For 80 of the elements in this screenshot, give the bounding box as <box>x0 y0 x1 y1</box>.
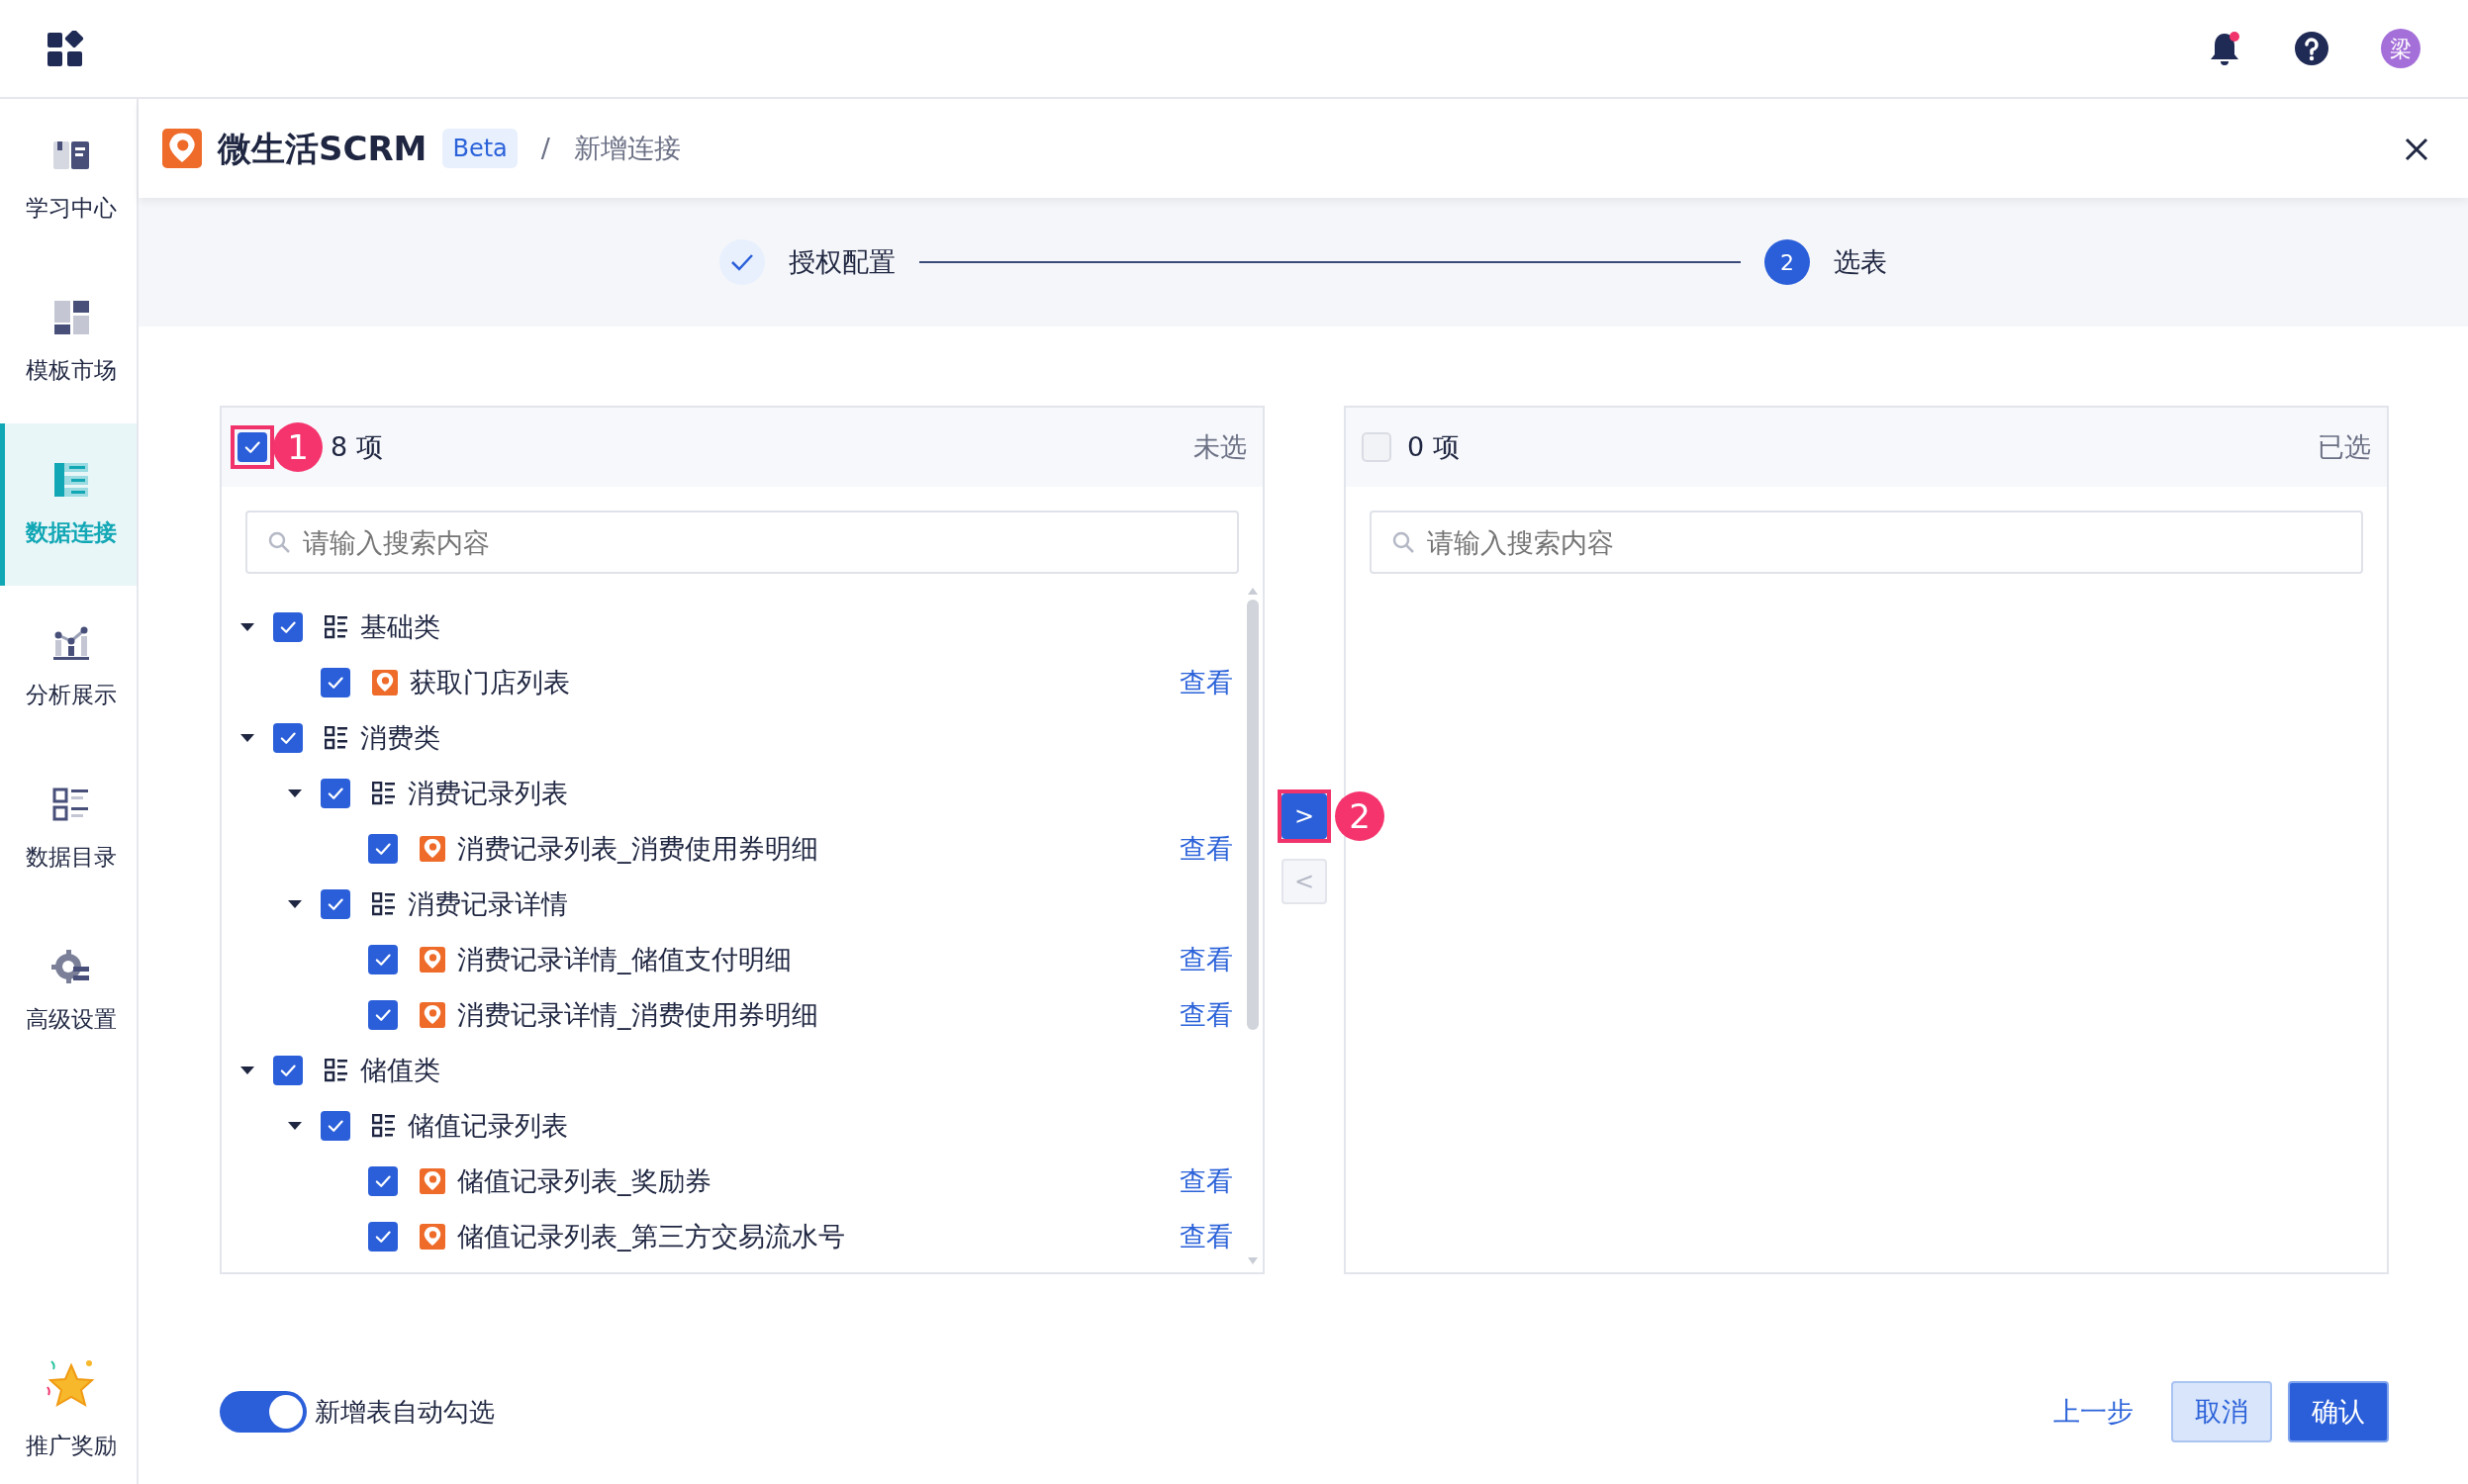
app-logo-icon <box>420 947 445 973</box>
table-label: 获取门店列表 <box>410 665 570 699</box>
folder-label: 储值类 <box>360 1053 440 1087</box>
search-field[interactable]: 请输入搜索内容 <box>245 510 1239 574</box>
annotation-marker: 2 <box>1335 791 1384 841</box>
panel-title: 未选 <box>1193 429 1247 464</box>
table-label: 储值记录列表_第三方交易流水号 <box>457 1219 845 1253</box>
sidebar-item[interactable]: 数据目录 <box>0 748 137 910</box>
sidebar-item[interactable]: 推广奖励 <box>0 1336 137 1484</box>
view-link[interactable]: 查看 <box>1180 828 1233 870</box>
annotation-marker: 1 <box>273 422 323 472</box>
checkbox[interactable] <box>273 1056 303 1085</box>
checkbox[interactable] <box>368 1222 398 1252</box>
checkbox[interactable] <box>368 945 398 974</box>
view-link[interactable]: 查看 <box>1180 994 1233 1036</box>
sidebar-item[interactable]: 模板市场 <box>0 261 137 423</box>
beta-tag: Beta <box>442 129 518 168</box>
checkbox[interactable] <box>273 723 303 753</box>
sidebar-item[interactable]: 学习中心 <box>0 99 137 261</box>
table-group-icon <box>325 726 348 750</box>
toggle-label: 新增表自动勾选 <box>315 1395 495 1429</box>
close-icon <box>2405 138 2428 161</box>
back-link[interactable]: 上一步 <box>2032 1381 2155 1442</box>
step-label: 授权配置 <box>789 244 896 279</box>
app-logo-icon <box>420 836 445 862</box>
folder-label: 基础类 <box>360 609 440 644</box>
checkbox[interactable] <box>368 834 398 864</box>
folder-label: 消费记录详情 <box>408 886 568 921</box>
avatar[interactable]: 梁 <box>2381 29 2421 68</box>
sidebar-item[interactable]: 分析展示 <box>0 586 137 748</box>
checkbox[interactable] <box>321 889 350 919</box>
item-count: 8 项 <box>331 429 383 464</box>
apps-icon[interactable] <box>47 31 85 66</box>
table-group-icon <box>325 615 348 639</box>
folder-label: 消费类 <box>360 720 440 755</box>
panel-title: 已选 <box>2318 429 2371 464</box>
view-link[interactable]: 查看 <box>1180 1160 1233 1202</box>
app-logo-icon <box>372 670 398 696</box>
app-logo-icon <box>420 1002 445 1028</box>
folder-label: 储值记录列表 <box>408 1108 568 1143</box>
checkbox[interactable] <box>1362 432 1391 462</box>
sidebar-item[interactable]: 高级设置 <box>0 910 137 1072</box>
cancel-button[interactable]: 取消 <box>2171 1381 2272 1442</box>
table-label: 消费记录列表_消费使用券明细 <box>457 831 818 866</box>
view-link[interactable]: 查看 <box>1180 662 1233 703</box>
checkbox[interactable] <box>321 668 350 697</box>
scrollbar-thumb[interactable] <box>1247 600 1259 1030</box>
search-icon <box>267 530 291 554</box>
table-label: 消费记录详情_消费使用券明细 <box>457 997 818 1032</box>
table-group-icon <box>325 1059 348 1082</box>
checkbox[interactable] <box>321 1111 350 1141</box>
app-logo-icon <box>420 1224 445 1250</box>
app-logo-icon <box>162 129 202 168</box>
search-field[interactable]: 请输入搜索内容 <box>1370 510 2363 574</box>
step-label: 选表 <box>1834 244 1887 279</box>
checkbox[interactable] <box>368 1000 398 1030</box>
breadcrumb-current: 新增连接 <box>573 131 681 165</box>
view-link[interactable]: 查看 <box>1180 939 1233 980</box>
app-logo-icon <box>420 1168 445 1194</box>
checkbox[interactable] <box>321 779 350 808</box>
breadcrumb-separator: / <box>540 131 550 165</box>
table-group-icon <box>372 892 396 916</box>
bell-icon[interactable] <box>2209 31 2240 66</box>
step-number: 2 <box>1764 239 1810 285</box>
transfer-button[interactable]: > <box>1281 793 1327 839</box>
app-title: 微生活SCRM <box>218 127 427 170</box>
search-icon <box>1391 530 1415 554</box>
table-group-icon <box>372 782 396 805</box>
view-link[interactable]: 查看 <box>1180 1216 1233 1257</box>
table-label: 消费记录详情_储值支付明细 <box>457 942 792 976</box>
checkbox[interactable] <box>368 1166 398 1196</box>
table-label: 储值记录列表_奖励券 <box>457 1163 712 1198</box>
item-count: 0 项 <box>1407 429 1460 464</box>
confirm-button[interactable]: 确认 <box>2288 1381 2389 1442</box>
toggle-switch[interactable] <box>220 1391 307 1433</box>
help-icon[interactable] <box>2294 31 2329 66</box>
table-group-icon <box>372 1114 396 1138</box>
folder-label: 消费记录列表 <box>408 776 568 810</box>
checkbox[interactable] <box>237 432 267 462</box>
checkbox[interactable] <box>273 612 303 642</box>
